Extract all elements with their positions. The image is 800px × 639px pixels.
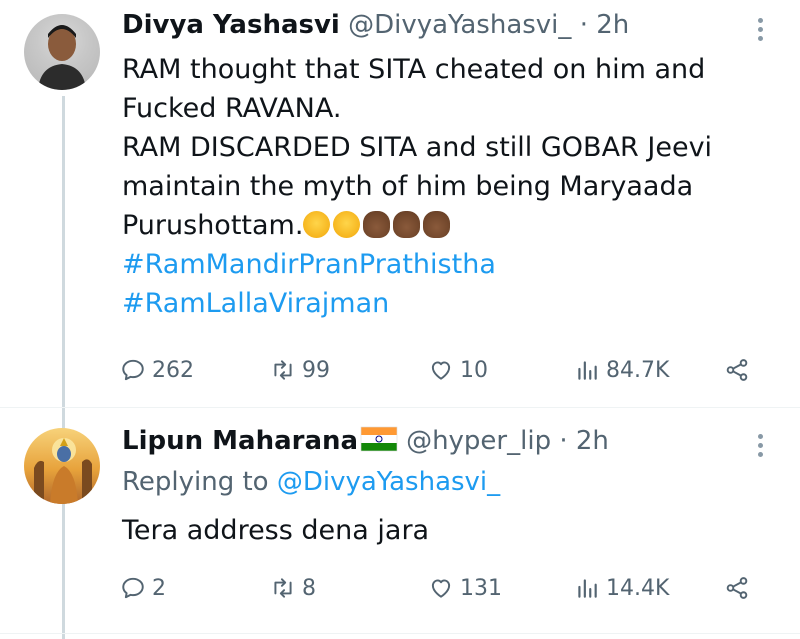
like-icon — [431, 361, 451, 380]
reply-icon — [122, 577, 144, 599]
retweet-button[interactable]: 99 — [270, 352, 330, 388]
tweet-actions: 262 99 10 84.7K — [120, 352, 760, 388]
more-icon[interactable] — [758, 434, 764, 461]
replying-to-label: Replying to — [122, 467, 269, 497]
more-icon[interactable] — [758, 18, 764, 45]
author-handle[interactable]: @DivyaYashasvi_ — [348, 10, 571, 40]
retweet-count: 8 — [302, 575, 316, 601]
reply-button[interactable]: 262 — [120, 352, 194, 388]
tweet-text-line: Fucked RAVANA. — [122, 93, 342, 124]
hashtag-link[interactable]: #RamLallaVirajman — [122, 284, 782, 323]
views-button[interactable]: 84.7K — [574, 352, 669, 388]
like-count: 131 — [460, 575, 502, 601]
tweet-text-line: RAM thought that SITA cheated on him and — [122, 54, 706, 85]
avatar-deity-artwork-icon — [34, 438, 92, 504]
tweet-text-last-line: Purushottam. — [122, 206, 782, 245]
like-button[interactable]: 131 — [428, 570, 502, 606]
author-name[interactable]: Lipun Maharana — [122, 426, 358, 456]
india-flag-icon — [360, 426, 398, 452]
avatar[interactable] — [24, 14, 100, 90]
thread-connector-line — [62, 96, 65, 639]
retweet-button[interactable]: 8 — [270, 570, 316, 606]
share-button[interactable] — [724, 352, 750, 388]
views-icon — [578, 361, 597, 380]
share-button[interactable] — [724, 570, 750, 606]
replying-to: Replying to @DivyaYashasvi_ — [122, 465, 500, 499]
share-icon — [726, 577, 748, 599]
tweet-text-line: maintain the myth of him being Maryaada — [122, 171, 694, 202]
reply-count: 2 — [152, 575, 166, 601]
reply-count: 262 — [152, 357, 194, 383]
pile-of-poo-emoji-icon — [423, 211, 451, 238]
separator-dot: · — [559, 426, 568, 456]
retweet-icon — [274, 578, 292, 598]
retweet-icon — [274, 360, 292, 380]
pile-of-poo-emoji-icon — [393, 211, 421, 238]
tweet-text-line: RAM DISCARDED SITA and still GOBAR Jeevi — [122, 132, 713, 163]
author-handle[interactable]: @hyper_lip — [406, 426, 551, 456]
retweet-count: 99 — [302, 357, 330, 383]
tweet-divider — [0, 407, 800, 408]
author-name[interactable]: Divya Yashasvi — [122, 10, 340, 40]
views-count: 84.7K — [606, 357, 670, 383]
rolling-laughing-emoji-icon — [333, 211, 361, 238]
tweet-time[interactable]: 2h — [576, 426, 609, 456]
replying-to-mention[interactable]: @DivyaYashasvi_ — [277, 467, 500, 497]
tweet-header: Divya Yashasvi @DivyaYashasvi_ · 2h — [122, 8, 629, 42]
separator-dot: · — [579, 10, 588, 40]
pile-of-poo-emoji-icon — [363, 211, 391, 238]
reply-button[interactable]: 2 — [120, 570, 166, 606]
avatar[interactable] — [24, 428, 100, 504]
share-icon — [726, 359, 748, 381]
tweet-header: Lipun Maharana @hyper_lip · 2h — [122, 424, 609, 458]
tweet-text: RAM thought that SITA cheated on him and… — [122, 50, 782, 323]
tweet-text: Tera address dena jara — [122, 515, 430, 546]
like-count: 10 — [460, 357, 488, 383]
like-button[interactable]: 10 — [428, 352, 488, 388]
views-button[interactable]: 14.4K — [574, 570, 669, 606]
tweet-time[interactable]: 2h — [596, 10, 629, 40]
tweet-actions: 2 8 131 14.4K — [120, 570, 760, 606]
reply-icon — [122, 359, 144, 381]
rolling-laughing-emoji-icon — [303, 211, 331, 238]
views-count: 14.4K — [606, 575, 670, 601]
hashtag-link[interactable]: #RamMandirPranPrathistha — [122, 245, 782, 284]
like-icon — [431, 579, 451, 598]
views-icon — [578, 579, 597, 598]
tweet-text-line: Purushottam. — [122, 210, 304, 241]
avatar-person-icon — [38, 25, 86, 90]
tweet-divider — [0, 633, 800, 634]
